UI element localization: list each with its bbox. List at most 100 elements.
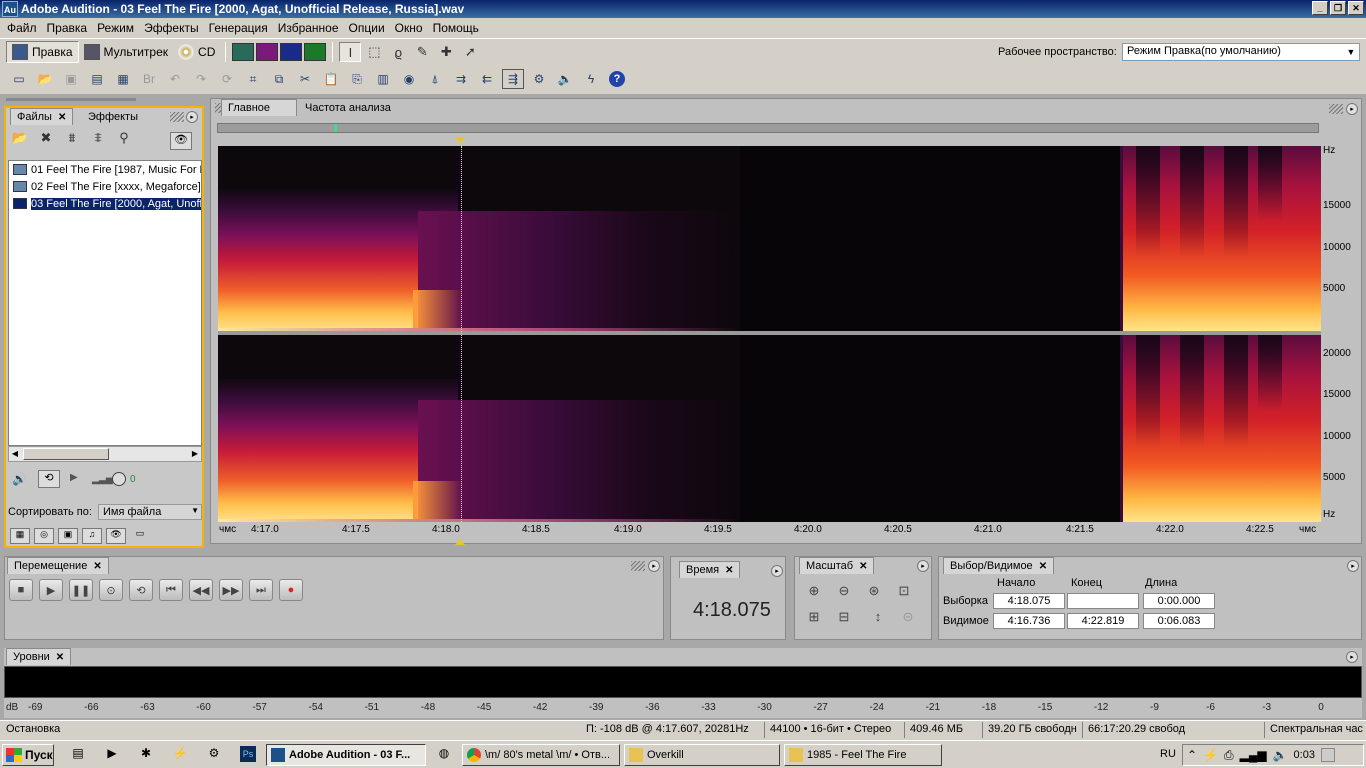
panel-menu-icon[interactable]: ▸ — [186, 111, 198, 123]
insert-to-cd-icon[interactable]: ◉ — [398, 69, 420, 89]
tab-zoom[interactable]: Масштаб ✕ — [799, 557, 875, 574]
multitrack-mode-button[interactable]: Мультитрек — [79, 41, 173, 63]
volume-knob[interactable] — [112, 472, 126, 486]
clock[interactable]: 0:03 — [1294, 749, 1315, 761]
winamp-icon[interactable]: ⚡ — [172, 746, 188, 762]
zoom-to-left-edge-icon[interactable]: ⊞ — [803, 609, 825, 629]
media-player-icon[interactable]: ▶ — [104, 746, 120, 762]
list-item-selected[interactable]: 03 Feel The Fire [2000, Agat, Unofficial… — [9, 195, 201, 212]
go-to-end-button[interactable]: ⏭ — [249, 579, 273, 601]
scroll-thumb[interactable] — [23, 448, 109, 460]
selection-end-field[interactable] — [1067, 593, 1139, 609]
panel-menu-icon[interactable]: ▸ — [917, 560, 929, 572]
close-icon[interactable]: ✕ — [56, 652, 64, 663]
speaker-settings-icon[interactable]: 🔈 — [554, 69, 576, 89]
signal-icon[interactable]: ▂▄▆ — [1240, 748, 1267, 762]
insert-multitrack-icon[interactable]: ⩩ — [62, 130, 82, 150]
view-start-field[interactable]: 4:16.736 — [993, 613, 1065, 629]
spot-healing-icon[interactable]: ✚ — [435, 42, 457, 62]
spectral-view-button[interactable] — [256, 43, 279, 61]
zoom-in-vertical-icon[interactable]: ↕ — [867, 609, 889, 629]
list-item[interactable]: 02 Feel The Fire [xxxx, Megaforce] — [9, 178, 201, 195]
loop-play-button[interactable]: ⟲ — [129, 579, 153, 601]
menu-effects[interactable]: Эффекты — [139, 21, 204, 35]
spectral-pan-view-button[interactable] — [280, 43, 303, 61]
panel-menu-icon[interactable]: ▸ — [1346, 651, 1358, 663]
cd-mode-button[interactable]: CD — [173, 41, 220, 63]
browser-icon[interactable]: ◍ — [436, 746, 452, 762]
waveform-view-button[interactable] — [232, 43, 255, 61]
cut-icon[interactable]: ✂ — [294, 69, 316, 89]
zoom-out-vertical-icon[interactable]: ⊝ — [897, 609, 919, 629]
edit-mode-button[interactable]: Правка — [6, 41, 79, 63]
mix-paste-icon[interactable]: ⎘ — [346, 69, 368, 89]
metronome-icon[interactable]: ϟ — [580, 69, 602, 89]
sort-select[interactable]: Имя файла ▼ — [98, 504, 202, 520]
zoom-selection-icon[interactable]: ⊡ — [893, 583, 915, 603]
zero-cross-in-icon[interactable]: ⇉ — [450, 69, 472, 89]
selection-start-field[interactable]: 4:18.075 — [993, 593, 1065, 609]
close-icon[interactable]: ✕ — [58, 112, 66, 123]
language-indicator[interactable]: RU — [1160, 748, 1176, 760]
filter-icon[interactable]: ⍋ — [424, 69, 446, 89]
plugin-icon[interactable]: ⚙ — [206, 746, 222, 762]
filter-loop-icon[interactable]: ▣ — [58, 528, 78, 544]
show-hidden-icon[interactable]: ⌃ — [1187, 748, 1197, 762]
go-to-start-button[interactable]: ⏮ — [159, 579, 183, 601]
marquee-tool-icon[interactable]: ⬚ — [363, 42, 385, 62]
zero-cross-out-icon[interactable]: ⇇ — [476, 69, 498, 89]
show-desktop-icon[interactable] — [1320, 748, 1335, 762]
play-button[interactable]: ▶ — [39, 579, 63, 601]
show-options-icon[interactable]: 👁 — [170, 132, 192, 150]
autoplay-icon[interactable]: 🔊 — [12, 472, 27, 486]
filter-clip-icon[interactable]: ▭ — [130, 528, 150, 544]
panel-menu-icon[interactable]: ▸ — [771, 565, 783, 577]
selection-length-field[interactable]: 0:00.000 — [1143, 593, 1215, 609]
notepad-icon[interactable]: ▤ — [70, 746, 86, 762]
edit-file-icon[interactable]: ⚲ — [114, 130, 134, 150]
close-file-icon[interactable]: ✖ — [36, 130, 56, 150]
view-length-field[interactable]: 0:06.083 — [1143, 613, 1215, 629]
plugin-tray-icon[interactable]: ⚡ — [1203, 748, 1218, 762]
insert-to-multitrack-icon[interactable]: ▥ — [372, 69, 394, 89]
zoom-out-full-icon[interactable]: ⊛ — [863, 583, 885, 603]
menu-favorites[interactable]: Избранное — [273, 21, 344, 35]
task-folder-feel-the-fire[interactable]: 1985 - Feel The Fire — [784, 744, 942, 766]
menu-help[interactable]: Помощь — [428, 21, 484, 35]
brush-tool-icon[interactable]: ✎ — [411, 42, 433, 62]
minimize-button[interactable]: _ — [1312, 1, 1328, 15]
zoom-in-horizontal-icon[interactable]: ⊕ — [803, 583, 825, 603]
zoom-to-right-edge-icon[interactable]: ⊟ — [833, 609, 855, 629]
settings-icon[interactable]: ⚙ — [528, 69, 550, 89]
copy-to-new-icon[interactable]: ⧉ — [268, 69, 290, 89]
overview-ruler[interactable] — [217, 123, 1319, 133]
menu-edit[interactable]: Правка — [42, 21, 93, 35]
bridge-icon[interactable]: Br — [138, 69, 160, 89]
fast-forward-button[interactable]: ▶▶ — [219, 579, 243, 601]
tab-levels[interactable]: Уровни ✕ — [6, 648, 72, 665]
tab-selection-view[interactable]: Выбор/Видимое ✕ — [943, 557, 1055, 574]
play-icon[interactable]: ▶ — [70, 472, 78, 483]
horizontal-scrollbar[interactable]: ◀ ▶ — [8, 446, 202, 462]
start-button[interactable]: Пуск — [2, 744, 54, 766]
filter-midi-icon[interactable]: ♫ — [82, 528, 102, 544]
playhead-top-marker[interactable] — [455, 137, 465, 143]
menu-mode[interactable]: Режим — [92, 21, 139, 35]
photoshop-icon[interactable]: Ps — [240, 746, 256, 762]
scroll-left-icon[interactable]: ◀ — [9, 448, 21, 460]
pause-button[interactable]: ❚❚ — [69, 579, 93, 601]
rewind-button[interactable]: ◀◀ — [189, 579, 213, 601]
workspace-select[interactable]: Режим Правка(по умолчанию) ▼ — [1122, 43, 1360, 61]
restore-button[interactable]: ❐ — [1330, 1, 1346, 15]
close-icon[interactable]: ✕ — [93, 561, 101, 572]
task-adobe-audition[interactable]: Adobe Audition - 03 F... — [266, 744, 426, 766]
tab-effects[interactable]: Эффекты — [82, 108, 144, 125]
stop-button[interactable]: ■ — [9, 579, 33, 601]
open-file-icon[interactable]: 📂 — [10, 130, 30, 150]
filter-waveform-icon[interactable]: ▦ — [10, 528, 30, 544]
usb-icon[interactable]: ⎙ — [1224, 748, 1234, 763]
panel-menu-icon[interactable]: ▸ — [648, 560, 660, 572]
task-folder-overkill[interactable]: Overkill — [624, 744, 780, 766]
scroll-right-icon[interactable]: ▶ — [189, 448, 201, 460]
tab-time[interactable]: Время ✕ — [679, 561, 741, 578]
